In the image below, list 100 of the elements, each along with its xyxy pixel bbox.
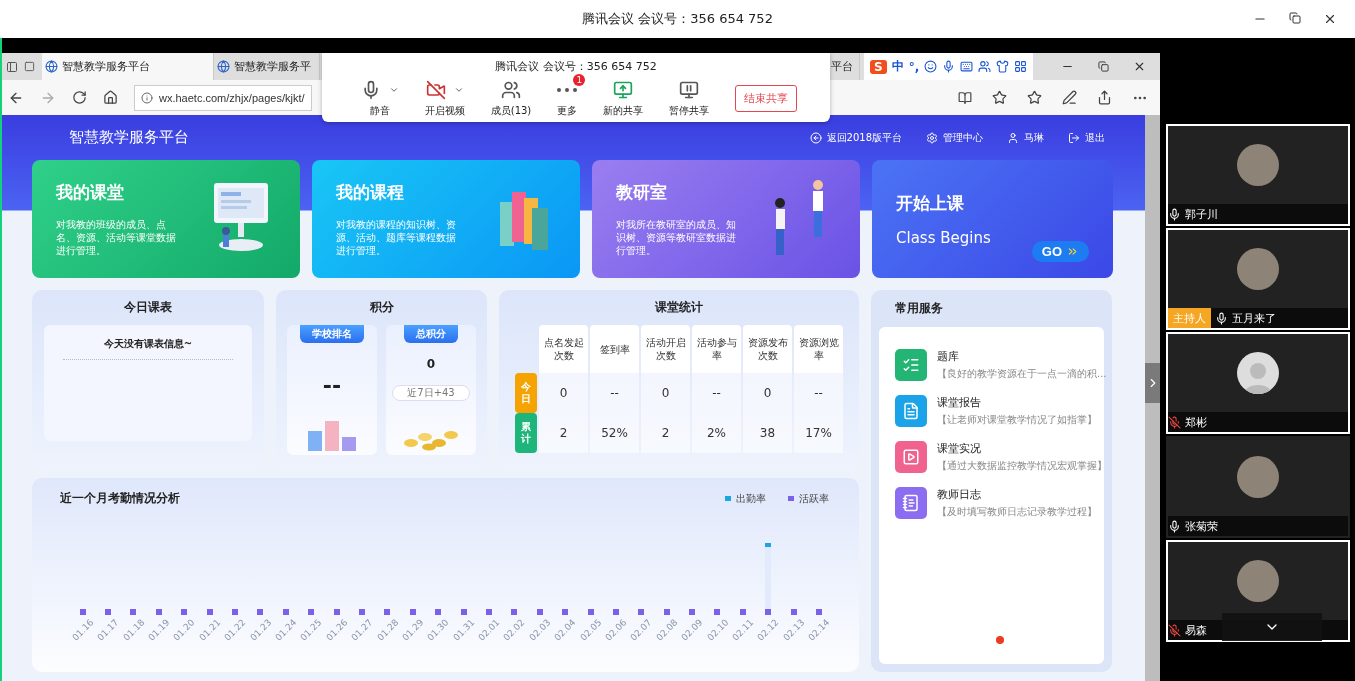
ime-punctuation[interactable]: °,: [908, 59, 920, 74]
service-title[interactable]: 题库: [937, 349, 1107, 364]
activity-marker: [612, 609, 619, 615]
toolbar-button[interactable]: 成员(13): [484, 78, 538, 118]
participant-tile[interactable]: 主持人 五月来了: [1166, 228, 1350, 330]
grid-icon[interactable]: [1014, 60, 1028, 73]
restore-icon[interactable]: [1098, 61, 1109, 72]
participant-tile[interactable]: 郑彬: [1166, 332, 1350, 434]
close-icon[interactable]: [1323, 12, 1337, 26]
smile-icon[interactable]: [924, 60, 938, 73]
column-header: 活动参与率: [692, 325, 741, 373]
globe-icon: [217, 60, 230, 73]
ime-logo[interactable]: S: [870, 59, 887, 74]
ime-mode[interactable]: 中: [891, 58, 904, 75]
restore-icon[interactable]: [1289, 12, 1301, 24]
column-header: 点名发起次数: [539, 325, 588, 373]
empty-message: 今天没有课表信息~: [103, 337, 193, 351]
panel-title: 课堂统计: [655, 299, 703, 316]
participant-tile[interactable]: 郭子川: [1166, 124, 1350, 226]
share-icon[interactable]: [1097, 90, 1112, 105]
card-title: 教研室: [616, 181, 668, 204]
panel-title: 今日课表: [124, 299, 172, 316]
table-cell: 17%: [794, 413, 843, 453]
panel-title: 常用服务: [894, 300, 944, 317]
toolbar-button[interactable]: 暂停共享: [663, 78, 716, 118]
activity-marker: [638, 609, 645, 615]
table-cell: 0: [743, 373, 792, 413]
table-cell: 0: [539, 373, 588, 413]
double-chevron-icon: [1066, 245, 1079, 258]
reading-view-icon[interactable]: [958, 90, 972, 105]
legend-label: 出勤率: [736, 491, 766, 506]
table-cell: 2: [539, 413, 588, 453]
service-description: 【通过大数据监控教学情况宏观掌握】: [937, 459, 1107, 473]
back-circle-icon: [809, 131, 822, 144]
keyboard-icon[interactable]: [960, 60, 974, 73]
page-indicator-dot[interactable]: [995, 636, 1004, 644]
notebook-icon[interactable]: [895, 487, 927, 519]
activity-marker: [485, 609, 492, 615]
notification-badge: 1: [573, 74, 586, 86]
card-label: 学校排名: [300, 325, 364, 343]
end-share-button[interactable]: 结束共享: [735, 84, 798, 112]
activity-marker: [435, 609, 442, 615]
column-header: 活动开启次数: [641, 325, 690, 373]
more-icon: [557, 88, 578, 92]
expand-button[interactable]: [1145, 363, 1160, 403]
home-icon[interactable]: [103, 90, 118, 105]
table-cell: 2: [641, 413, 690, 453]
activity-marker: [765, 609, 772, 615]
chart-title: 近一个月考勤情况分析: [60, 490, 180, 507]
card-subtitle: Class Begins: [896, 228, 991, 247]
activity-marker: [181, 609, 188, 615]
refresh-icon[interactable]: [72, 90, 87, 105]
participant-name: 郑彬: [1185, 414, 1207, 430]
header-link[interactable]: 返回2018版平台: [809, 130, 902, 145]
play-screen-icon[interactable]: [895, 441, 927, 473]
participant-tile[interactable]: 张菊荣: [1166, 436, 1350, 538]
toolbar-button[interactable]: 开启视频: [418, 78, 471, 118]
activity-marker: [155, 609, 162, 615]
document-icon[interactable]: [895, 395, 927, 427]
site-title: 智慧教学服务平台: [69, 128, 189, 147]
table-cell: 52%: [590, 413, 639, 453]
list-icon[interactable]: [895, 349, 927, 381]
row-label: 今日: [515, 373, 537, 413]
table-cell: --: [590, 373, 639, 413]
address-field[interactable]: wx.haetc.com/zhjx/pages/kjkt/: [134, 84, 312, 111]
service-title[interactable]: 课堂实况: [937, 441, 1107, 456]
header-link[interactable]: 退出: [1068, 130, 1105, 145]
activity-marker: [536, 609, 543, 615]
people-icon[interactable]: [978, 60, 992, 73]
shirt-icon[interactable]: [996, 60, 1010, 73]
card-title: 我的课堂: [56, 181, 125, 204]
legend-label: 活跃率: [799, 491, 829, 506]
info-icon: [141, 91, 153, 104]
tab-panel-icon[interactable]: [6, 60, 18, 73]
close-icon[interactable]: [1133, 60, 1146, 73]
toolbar-button[interactable]: 静音: [354, 78, 405, 118]
participant-name: 张菊荣: [1185, 518, 1218, 534]
card-title: 我的课程: [336, 181, 405, 204]
activity-marker: [206, 609, 213, 615]
table-cell: --: [692, 373, 741, 413]
default-avatar: [1237, 352, 1279, 394]
browser-tab[interactable]: 智慧教学服务平台: [42, 53, 214, 80]
table-cell: 2%: [692, 413, 741, 453]
avatar-photo-placeholder: [1237, 248, 1279, 290]
activity-marker: [282, 609, 289, 615]
camera-off-icon: [425, 80, 446, 100]
microphone-icon[interactable]: [942, 60, 956, 73]
go-button[interactable]: GO: [1031, 241, 1089, 262]
activity-marker: [308, 609, 315, 615]
header-link[interactable]: 管理中心: [926, 130, 983, 145]
favorite-star-icon[interactable]: [992, 90, 1007, 105]
participant-name: 五月来了: [1232, 310, 1276, 326]
service-title[interactable]: 课堂报告: [937, 395, 1097, 410]
feature-card[interactable]: 教研室 对我所在教研室的成员、知识树、资源等教研室数据进行管理。: [592, 160, 860, 278]
feature-card[interactable]: 开始上课 Class Begins GO: [872, 160, 1113, 278]
toolbar-button[interactable]: 新的共享: [597, 78, 650, 118]
service-title[interactable]: 教师日志: [937, 487, 1097, 502]
activity-marker: [79, 609, 86, 615]
pen-icon[interactable]: [1062, 90, 1077, 105]
header-link[interactable]: 马琳: [1007, 130, 1044, 145]
